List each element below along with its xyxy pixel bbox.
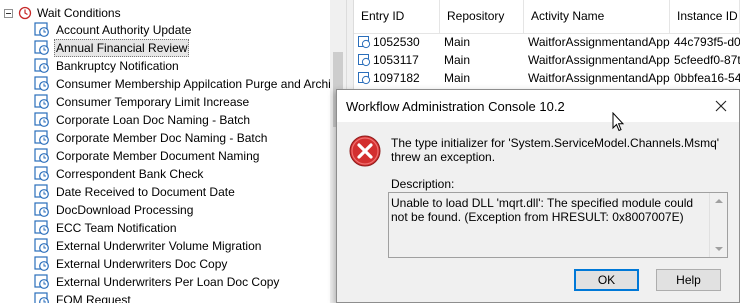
wait-condition-icon: [34, 148, 49, 163]
tree-root-node[interactable]: Wait Conditions: [4, 4, 121, 22]
close-icon: [715, 100, 727, 112]
table-cell: Main: [444, 35, 471, 49]
table-cell: 1052530: [373, 35, 420, 49]
table-cell: WaitforAssignmentandAppr...: [528, 53, 670, 67]
table-cell: WaitforAssignmentandAppr...: [528, 35, 670, 49]
collapse-toggle-icon[interactable]: [4, 8, 13, 18]
table-cell: 5cfeedf0-87t: [674, 53, 740, 67]
ok-button[interactable]: OK: [574, 269, 639, 291]
tree-item-label: Correspondent Bank Check: [56, 167, 204, 181]
column-header[interactable]: Entry ID: [354, 0, 440, 33]
tree-item[interactable]: FOM Request: [34, 291, 345, 303]
wait-condition-icon: [34, 76, 49, 91]
wait-condition-icon: [34, 202, 49, 217]
error-dialog: Workflow Administration Console 10.2 The…: [336, 89, 740, 303]
description-label: Description:: [391, 177, 455, 191]
column-header[interactable]: Activity Name: [524, 0, 670, 33]
close-button[interactable]: [711, 96, 731, 116]
tree-item-label: DocDownload Processing: [56, 203, 194, 217]
table-cell: Main: [444, 71, 471, 85]
wait-condition-icon: [358, 53, 371, 66]
wait-condition-icon: [34, 94, 49, 109]
tree-item-list: Account Authority Update Annual Financial…: [34, 21, 345, 303]
wait-condition-icon: [34, 22, 49, 37]
tree-item-label: Annual Financial Review: [54, 39, 190, 57]
description-scrollbar[interactable]: [709, 193, 727, 257]
column-header[interactable]: Instance ID: [670, 0, 740, 33]
tree-item[interactable]: Date Received to Document Date: [34, 183, 345, 201]
wait-condition-icon: [358, 35, 371, 48]
wait-condition-icon: [34, 220, 49, 235]
tree-item[interactable]: Corporate Member Document Naming: [34, 147, 345, 165]
scroll-down-icon[interactable]: [715, 247, 723, 251]
mouse-cursor-icon: [612, 112, 624, 132]
tree-item-label: Consumer Membership Appilcation Purge an…: [56, 77, 344, 91]
error-icon: [349, 135, 381, 167]
tree-item[interactable]: ECC Team Notification: [34, 219, 345, 237]
wait-conditions-tree: Wait Conditions Account Authority Update…: [0, 0, 346, 303]
tree-item[interactable]: Annual Financial Review: [34, 39, 345, 57]
table-row[interactable]: 1097182 Main WaitforAssignmentandAppr... 0b…: [354, 69, 740, 87]
tree-item[interactable]: Consumer Membership Appilcation Purge an…: [34, 75, 345, 93]
column-header[interactable]: Repository: [440, 0, 524, 33]
tree-item[interactable]: External Underwriter Volume Migration: [34, 237, 345, 255]
table-cell: 1053117: [373, 53, 419, 67]
tree-item-label: External Underwriters Per Loan Doc Copy: [56, 275, 280, 289]
description-textbox[interactable]: Unable to load DLL 'mqrt.dll': The speci…: [388, 192, 728, 258]
wait-condition-icon: [34, 274, 49, 289]
grid-header: Entry ID Repository Activity Name Instance …: [354, 0, 740, 34]
tree-item[interactable]: Account Authority Update: [34, 21, 345, 39]
tree-root-label: Wait Conditions: [37, 6, 121, 20]
help-button[interactable]: Help: [656, 269, 721, 291]
table-row[interactable]: 1053117 Main WaitforAssignmentandAppr... 5c…: [354, 51, 740, 69]
tree-item-label: ECC Team Notification: [56, 221, 177, 235]
tree-item-label: FOM Request: [56, 293, 131, 303]
tree-item-label: Corporate Member Document Naming: [56, 149, 260, 163]
tree-item-label: External Underwriters Doc Copy: [56, 257, 228, 271]
tree-item-label: Corporate Loan Doc Naming - Batch: [56, 113, 251, 127]
table-cell: Main: [444, 53, 471, 67]
tree-item[interactable]: External Underwriters Per Loan Doc Copy: [34, 273, 345, 291]
dialog-title: Workflow Administration Console 10.2: [346, 99, 565, 114]
tree-item-label: Bankruptcy Notification: [56, 59, 179, 73]
tree-item-label: Date Received to Document Date: [56, 185, 235, 199]
tree-item-label: External Underwriter Volume Migration: [56, 239, 262, 253]
tree-item[interactable]: Corporate Member Doc Naming - Batch: [34, 129, 345, 147]
wait-condition-icon: [34, 58, 49, 73]
tree-item-label: Corporate Member Doc Naming - Batch: [56, 131, 268, 145]
table-cell: 0bbfea16-54: [674, 71, 740, 85]
tree-item-label: Consumer Temporary Limit Increase: [56, 95, 250, 109]
table-row[interactable]: 1052530 Main WaitforAssignmentandAppr... 44…: [354, 33, 740, 51]
wait-condition-icon: [34, 40, 49, 55]
table-cell: WaitforAssignmentandAppr...: [528, 71, 670, 85]
wait-conditions-icon: [18, 6, 32, 20]
scroll-up-icon[interactable]: [715, 199, 723, 203]
wait-condition-icon: [34, 292, 49, 303]
wait-condition-icon: [34, 166, 49, 181]
tree-item[interactable]: Consumer Temporary Limit Increase: [34, 93, 345, 111]
wait-condition-icon: [34, 130, 49, 145]
tree-item[interactable]: External Underwriters Doc Copy: [34, 255, 345, 273]
tree-item[interactable]: Corporate Loan Doc Naming - Batch: [34, 111, 345, 129]
dialog-titlebar[interactable]: Workflow Administration Console 10.2: [337, 90, 739, 122]
table-cell: 1097182: [373, 71, 420, 85]
description-text: Unable to load DLL 'mqrt.dll': The speci…: [391, 196, 694, 224]
tree-item[interactable]: Correspondent Bank Check: [34, 165, 345, 183]
wait-condition-icon: [34, 238, 49, 253]
tree-item[interactable]: Bankruptcy Notification: [34, 57, 345, 75]
table-cell: 44c793f5-d0: [674, 35, 740, 49]
wait-condition-icon: [34, 256, 49, 271]
tree-item[interactable]: DocDownload Processing: [34, 201, 345, 219]
error-message: The type initializer for 'System.Service…: [391, 136, 720, 164]
wait-condition-icon: [34, 112, 49, 127]
tree-item-label: Account Authority Update: [56, 23, 192, 37]
wait-condition-icon: [358, 71, 371, 84]
wait-condition-icon: [34, 184, 49, 199]
